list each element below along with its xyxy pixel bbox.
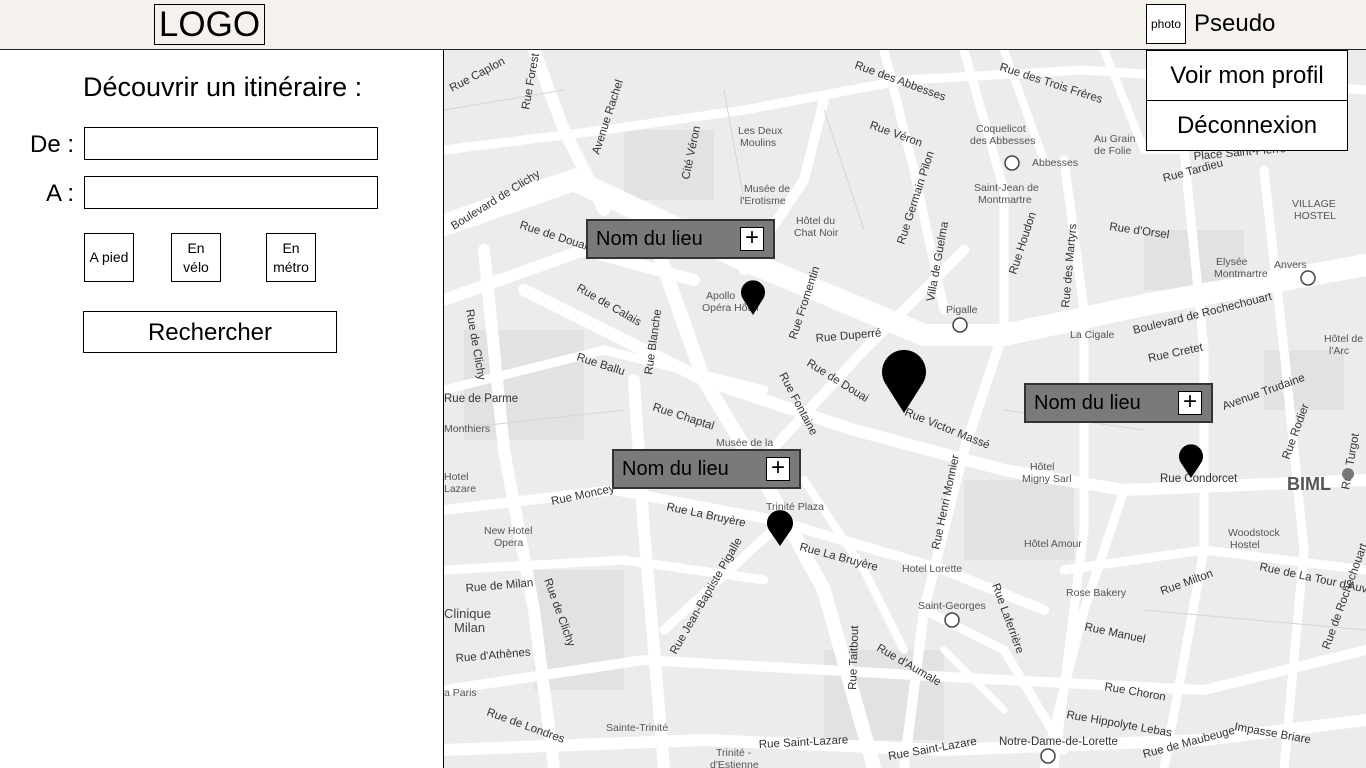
map-pin-icon[interactable] xyxy=(740,278,766,316)
logout-menu-item[interactable]: Déconnexion xyxy=(1147,100,1347,150)
svg-text:Milan: Milan xyxy=(454,620,485,635)
to-field[interactable] xyxy=(84,176,378,209)
svg-text:Trinité -: Trinité - xyxy=(716,747,752,759)
place-name: Nom du lieu xyxy=(1034,392,1141,414)
from-label: De : xyxy=(30,131,75,158)
svg-text:l'Arc: l'Arc xyxy=(1329,345,1349,357)
place-name: Nom du lieu xyxy=(596,228,703,250)
user-menu: Voir mon profil Déconnexion xyxy=(1146,50,1348,151)
add-place-button[interactable]: + xyxy=(766,456,790,481)
top-header: LOGO photo Pseudo xyxy=(0,0,1366,50)
svg-text:Au Grain: Au Grain xyxy=(1094,133,1136,145)
place-label-1[interactable]: Nom du lieu + xyxy=(586,219,775,259)
svg-text:Abbesses: Abbesses xyxy=(1032,157,1078,169)
svg-text:Rue Taitbout: Rue Taitbout xyxy=(847,625,861,691)
svg-text:l'Erotisme: l'Erotisme xyxy=(740,195,786,207)
svg-text:BIML: BIML xyxy=(1287,474,1331,494)
svg-text:Moulins: Moulins xyxy=(740,137,776,149)
user-photo[interactable]: photo xyxy=(1146,4,1186,44)
mode-bike-button[interactable]: En vélo xyxy=(171,233,221,282)
svg-text:Chat Noir: Chat Noir xyxy=(794,227,839,239)
itinerary-panel: Découvrir un itinéraire : De : A : A pie… xyxy=(0,50,444,768)
view-profile-menu-item[interactable]: Voir mon profil xyxy=(1147,51,1347,100)
svg-text:Coquelicot: Coquelicot xyxy=(976,123,1026,135)
user-pseudo[interactable]: Pseudo xyxy=(1194,9,1275,39)
map-pin-icon[interactable] xyxy=(1178,443,1204,479)
svg-text:La Cigale: La Cigale xyxy=(1070,329,1115,341)
mode-metro-label: En métro xyxy=(273,239,309,275)
mode-metro-button[interactable]: En métro xyxy=(266,233,316,282)
svg-text:Sainte-Trinité: Sainte-Trinité xyxy=(606,722,668,734)
svg-text:Hostel: Hostel xyxy=(1230,539,1260,551)
svg-text:Hotel: Hotel xyxy=(444,471,469,483)
svg-text:Woodstock: Woodstock xyxy=(1228,527,1280,539)
svg-text:Clinique: Clinique xyxy=(444,606,491,621)
svg-text:Montmartre: Montmartre xyxy=(1214,268,1268,280)
svg-text:Opera: Opera xyxy=(494,537,523,549)
svg-text:New Hotel: New Hotel xyxy=(484,525,532,537)
place-label-2[interactable]: Nom du lieu + xyxy=(1024,383,1213,423)
mode-walk-button[interactable]: A pied xyxy=(84,233,134,282)
place-label-3[interactable]: Nom du lieu + xyxy=(612,449,801,489)
svg-text:Musée de: Musée de xyxy=(744,183,790,195)
svg-text:Hôtel: Hôtel xyxy=(1030,461,1055,473)
map-pin-large-icon[interactable] xyxy=(881,346,927,414)
svg-text:VILLAGE: VILLAGE xyxy=(1292,198,1336,210)
svg-text:Saint-Georges: Saint-Georges xyxy=(918,600,986,612)
add-place-button[interactable]: + xyxy=(1178,390,1202,415)
svg-text:Hotel Lorette: Hotel Lorette xyxy=(902,563,962,575)
svg-text:Hôtel Amour: Hôtel Amour xyxy=(1024,538,1082,550)
svg-text:Apollo: Apollo xyxy=(706,290,735,302)
svg-text:HOSTEL: HOSTEL xyxy=(1294,210,1336,222)
svg-text:Migny Sarl: Migny Sarl xyxy=(1022,473,1072,485)
svg-text:Anvers: Anvers xyxy=(1274,259,1307,271)
from-field[interactable] xyxy=(84,127,378,160)
svg-text:Montmartre: Montmartre xyxy=(978,194,1032,206)
svg-text:Elysée: Elysée xyxy=(1216,256,1248,268)
map-pin-icon[interactable] xyxy=(766,509,794,547)
to-label: A : xyxy=(46,180,75,207)
svg-text:Monthiers: Monthiers xyxy=(444,423,490,435)
svg-text:Notre-Dame-de-Lorette: Notre-Dame-de-Lorette xyxy=(999,736,1118,748)
svg-text:des Abbesses: des Abbesses xyxy=(970,135,1035,147)
svg-text:Pigalle: Pigalle xyxy=(946,304,978,316)
svg-text:a Paris: a Paris xyxy=(444,687,477,699)
svg-text:Saint-Jean de: Saint-Jean de xyxy=(974,182,1039,194)
add-place-button[interactable]: + xyxy=(740,226,764,251)
logo[interactable]: LOGO xyxy=(154,4,265,45)
svg-text:de Folie: de Folie xyxy=(1094,145,1132,157)
search-button[interactable]: Rechercher xyxy=(83,311,337,353)
place-name: Nom du lieu xyxy=(622,458,729,480)
svg-text:Les Deux: Les Deux xyxy=(738,125,783,137)
svg-text:Rue de Parme: Rue de Parme xyxy=(444,393,518,405)
map-view[interactable]: Rue Caplon Rue Forest Avenue Rachel Cité… xyxy=(444,50,1366,768)
mode-walk-label: A pied xyxy=(89,249,129,265)
svg-text:Musée de la: Musée de la xyxy=(716,437,773,449)
panel-title: Découvrir un itinéraire : xyxy=(83,72,363,102)
svg-text:Hôtel du: Hôtel du xyxy=(796,215,835,227)
svg-text:d'Estienne: d'Estienne xyxy=(710,759,759,768)
svg-text:Lazare: Lazare xyxy=(444,483,476,495)
mode-bike-label: En vélo xyxy=(183,239,209,275)
svg-text:Hôtel de: Hôtel de xyxy=(1324,333,1363,345)
svg-text:Rose Bakery: Rose Bakery xyxy=(1066,587,1127,599)
